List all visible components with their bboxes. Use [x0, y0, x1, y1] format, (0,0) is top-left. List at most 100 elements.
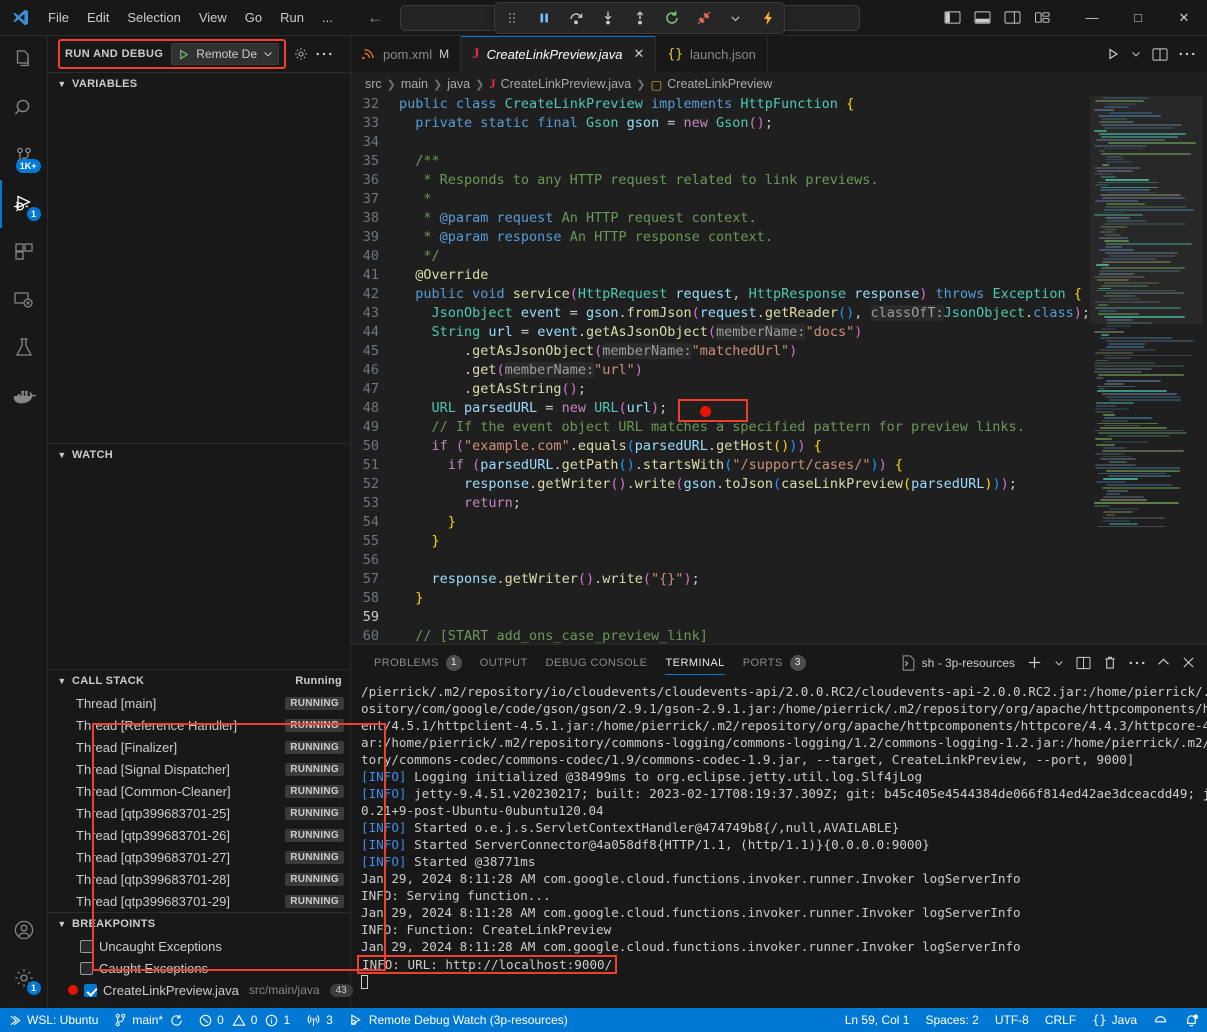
breadcrumb-class[interactable]: CreateLinkPreview	[667, 77, 772, 91]
code-line[interactable]: 56	[351, 552, 1090, 571]
activity-search[interactable]	[0, 84, 48, 132]
code-line[interactable]: 36 * Responds to any HTTP request relate…	[351, 172, 1090, 191]
status-language-mode[interactable]: {} Java	[1084, 1008, 1145, 1032]
status-remote-host[interactable]: WSL: Ubuntu	[0, 1008, 106, 1032]
activity-run-and-debug[interactable]: 1	[0, 180, 48, 228]
disconnect-icon[interactable]	[694, 7, 713, 29]
breadcrumb-src[interactable]: src	[365, 77, 382, 91]
code-line[interactable]: 60 // [START add_ons_case_preview_link]	[351, 628, 1090, 644]
table-row[interactable]: Thread [Reference Handler] RUNNING	[48, 714, 350, 736]
status-debug-session[interactable]: Remote Debug Watch (3p-resources)	[341, 1008, 576, 1032]
code-line[interactable]: 58 }	[351, 590, 1090, 609]
status-indentation[interactable]: Spaces: 2	[917, 1008, 986, 1032]
panel-more-actions-icon[interactable]	[1129, 660, 1145, 666]
menu-more[interactable]: ...	[314, 6, 341, 29]
list-item[interactable]: Caught Exceptions	[48, 957, 350, 979]
code-line[interactable]: 49 // If the event object URL matches a …	[351, 419, 1090, 438]
code-line[interactable]: 40 */	[351, 248, 1090, 267]
tab-terminal[interactable]: TERMINAL	[656, 645, 733, 680]
code-line[interactable]: 43 JsonObject event = gson.fromJson(requ…	[351, 305, 1090, 324]
close-panel-icon[interactable]	[1182, 656, 1195, 669]
menu-edit[interactable]: Edit	[79, 6, 117, 29]
table-row[interactable]: Thread [Common-Cleaner] RUNNING	[48, 780, 350, 802]
table-row[interactable]: Thread [qtp399683701-29] RUNNING	[48, 890, 350, 912]
status-feedback[interactable]	[1145, 1008, 1176, 1032]
code-line[interactable]: 42 public void service(HttpRequest reque…	[351, 286, 1090, 305]
restart-icon[interactable]	[662, 7, 681, 29]
editor-more-actions-icon[interactable]	[1179, 51, 1195, 57]
menu-selection[interactable]: Selection	[119, 6, 188, 29]
breakpoint-dot-icon[interactable]	[700, 406, 711, 417]
code-line[interactable]: 35 /**	[351, 153, 1090, 172]
activity-remote-explorer[interactable]	[0, 276, 48, 324]
code-line[interactable]: 52 response.getWriter().write(gson.toJso…	[351, 476, 1090, 495]
tab-ports[interactable]: PORTS 3	[734, 645, 815, 680]
status-cursor-position[interactable]: Ln 59, Col 1	[837, 1008, 918, 1032]
status-git-branch[interactable]: main*	[106, 1008, 191, 1032]
chevron-down-icon[interactable]	[1131, 49, 1141, 59]
code-viewport[interactable]: 32public class CreateLinkPreview impleme…	[351, 96, 1090, 644]
activity-source-control[interactable]: 1K+	[0, 132, 48, 180]
code-line[interactable]: 32public class CreateLinkPreview impleme…	[351, 96, 1090, 115]
table-row[interactable]: Thread [qtp399683701-25] RUNNING	[48, 802, 350, 824]
code-line[interactable]: 44 String url = event.getAsJsonObject(me…	[351, 324, 1090, 343]
code-line[interactable]: 47 .getAsString();	[351, 381, 1090, 400]
toggle-primary-sidebar-icon[interactable]	[943, 9, 961, 27]
sidebar-more-actions-icon[interactable]	[316, 51, 332, 57]
back-arrow-icon[interactable]: ←	[367, 8, 384, 28]
debug-drag-handle[interactable]	[502, 7, 521, 29]
status-notifications[interactable]	[1176, 1008, 1207, 1032]
table-row[interactable]: Thread [qtp399683701-27] RUNNING	[48, 846, 350, 868]
activity-settings[interactable]: 1	[0, 954, 48, 1002]
split-terminal-icon[interactable]	[1076, 656, 1091, 670]
breakpoint-checkbox[interactable]	[84, 984, 97, 997]
terminal-instance[interactable]: sh - 3p-resources	[901, 655, 1015, 671]
pause-icon[interactable]	[534, 7, 553, 29]
kill-terminal-icon[interactable]	[1103, 655, 1117, 670]
launch-configuration-select[interactable]: Remote De	[171, 43, 279, 65]
table-row[interactable]: Thread [qtp399683701-28] RUNNING	[48, 868, 350, 890]
chevron-down-icon[interactable]	[1054, 658, 1064, 668]
code-line[interactable]: 37 *	[351, 191, 1090, 210]
code-line[interactable]: 39 * @param response An HTTP response co…	[351, 229, 1090, 248]
close-icon[interactable]: ✕	[633, 46, 644, 62]
menu-go[interactable]: Go	[237, 6, 270, 29]
list-item[interactable]: CreateLinkPreview.java src/main/java 43	[48, 979, 350, 1001]
step-into-icon[interactable]	[598, 7, 617, 29]
tab-pom-xml[interactable]: pom.xml M	[351, 36, 461, 72]
run-or-debug-icon[interactable]	[1106, 47, 1120, 61]
watch-header[interactable]: ▼ WATCH	[48, 444, 350, 466]
code-line[interactable]: 55 }	[351, 533, 1090, 552]
code-line[interactable]: 53 return;	[351, 495, 1090, 514]
toggle-secondary-sidebar-icon[interactable]	[1003, 9, 1021, 27]
split-editor-icon[interactable]	[1152, 47, 1168, 62]
table-row[interactable]: Thread [main] RUNNING	[48, 692, 350, 714]
code-line[interactable]: 38 * @param request An HTTP request cont…	[351, 210, 1090, 229]
code-line[interactable]: 34	[351, 134, 1090, 153]
code-line[interactable]: 45 .getAsJsonObject(memberName:"matchedU…	[351, 343, 1090, 362]
step-out-icon[interactable]	[630, 7, 649, 29]
debug-settings-gear-icon[interactable]	[293, 46, 309, 62]
breakpoint-checkbox[interactable]	[80, 940, 93, 953]
breakpoints-header[interactable]: ▼ BREAKPOINTS	[48, 913, 350, 935]
status-eol[interactable]: CRLF	[1037, 1008, 1084, 1032]
customize-layout-icon[interactable]	[1033, 9, 1051, 27]
maximize-button[interactable]: □	[1115, 0, 1161, 36]
call-stack-header[interactable]: ▼ CALL STACK Running	[48, 670, 350, 692]
list-item[interactable]: Uncaught Exceptions	[48, 935, 350, 957]
chevron-down-icon[interactable]	[726, 7, 745, 29]
code-line[interactable]: 51 if (parsedURL.getPath().startsWith("/…	[351, 457, 1090, 476]
status-problems[interactable]: 0 0 1	[191, 1008, 298, 1032]
close-button[interactable]: ✕	[1161, 0, 1207, 36]
activity-docker[interactable]	[0, 372, 48, 420]
lightning-icon[interactable]	[758, 7, 777, 29]
new-terminal-icon[interactable]	[1027, 655, 1042, 670]
breadcrumb-file[interactable]: CreateLinkPreview.java	[501, 77, 632, 91]
toggle-panel-icon[interactable]	[973, 9, 991, 27]
code-line[interactable]: 57 response.getWriter().write("{}");	[351, 571, 1090, 590]
code-line[interactable]: 50 if ("example.com".equals(parsedURL.ge…	[351, 438, 1090, 457]
menu-file[interactable]: File	[40, 6, 77, 29]
tab-output[interactable]: OUTPUT	[471, 645, 537, 680]
step-over-icon[interactable]	[566, 7, 585, 29]
activity-accounts[interactable]	[0, 906, 48, 954]
